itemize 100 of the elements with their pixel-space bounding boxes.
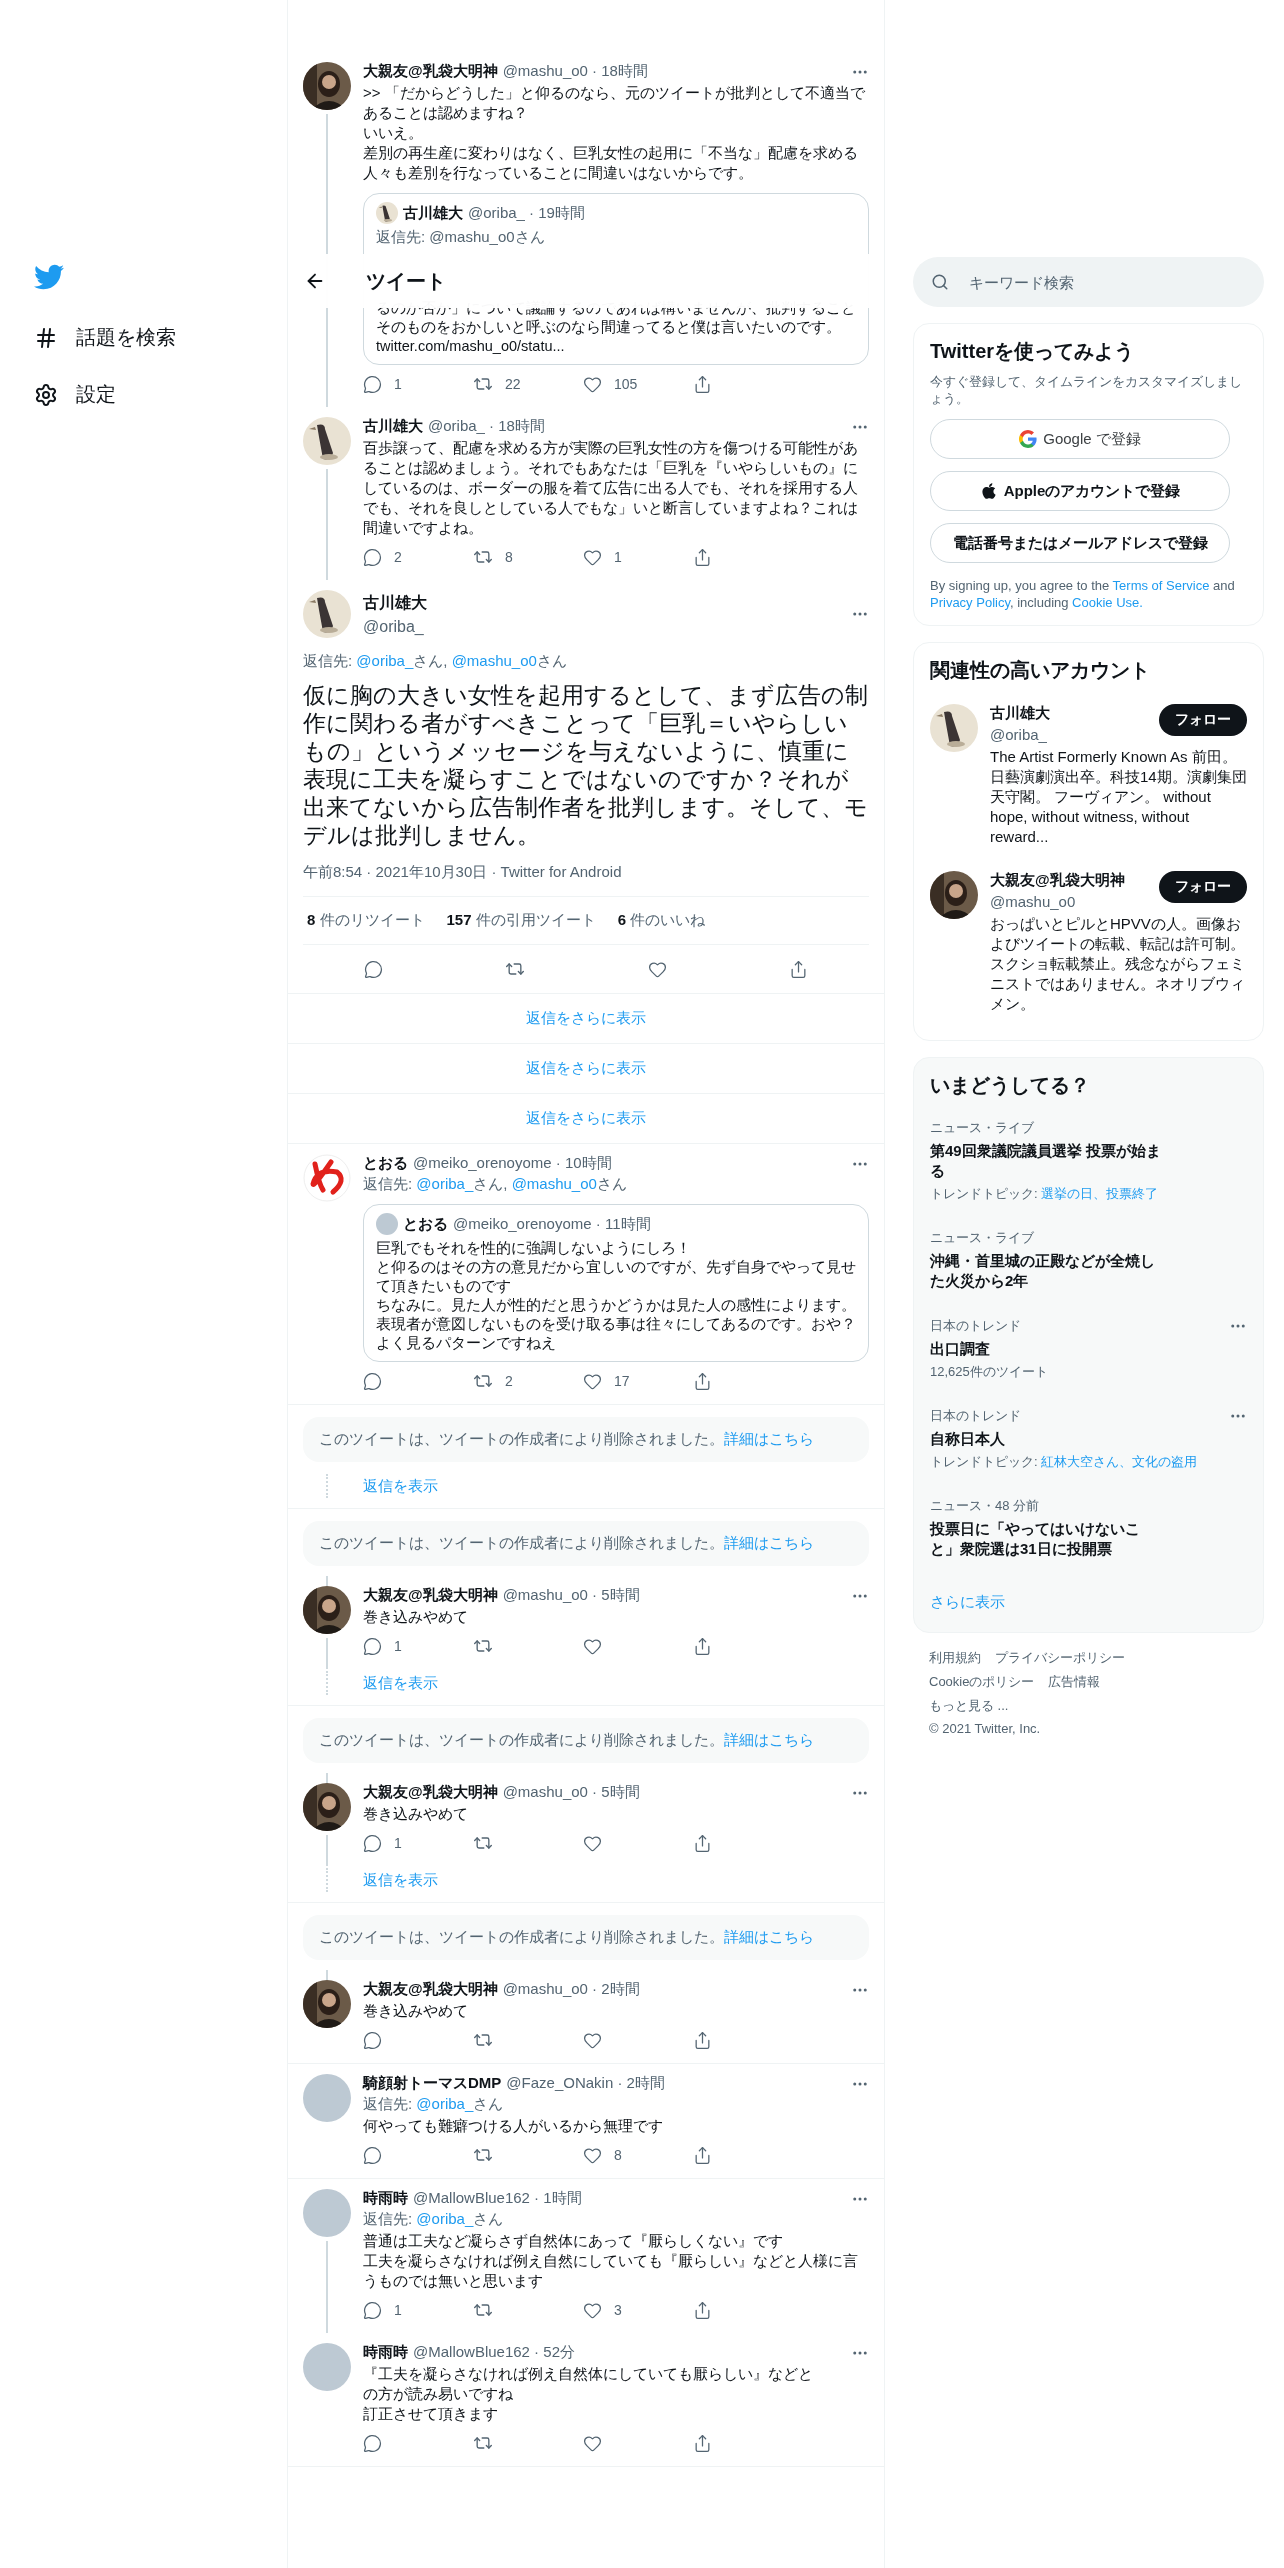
card-title: 関連性の高いアカウント bbox=[930, 658, 1151, 683]
tweet-meta: @oriba_ · 18時間 bbox=[428, 417, 545, 436]
settings-icon bbox=[34, 382, 58, 407]
reply-icon[interactable] bbox=[364, 959, 384, 979]
like-icon[interactable] bbox=[647, 959, 667, 979]
trend-item[interactable]: ニュース・48 分前 投票日に「やってはいけないこと」衆院選は31日に投開票 bbox=[930, 1485, 1247, 1573]
hash-icon bbox=[34, 325, 58, 350]
like-icon[interactable] bbox=[583, 1833, 602, 1853]
follow-button[interactable]: フォロー bbox=[1159, 704, 1247, 736]
reply-icon[interactable] bbox=[363, 2030, 382, 2050]
trend-item[interactable]: 日本のトレンド 自称日本人 トレンドトピック: 紅林大空さん、文化の盗用 bbox=[930, 1395, 1247, 1485]
author-name: 大親友@乳袋大明神 bbox=[363, 62, 498, 81]
signup-button[interactable]: Google で登録 bbox=[930, 419, 1230, 459]
footer-link[interactable]: プライバシーポリシー bbox=[995, 1649, 1125, 1667]
account-name: 大親友@乳袋大明神 bbox=[990, 871, 1125, 890]
tweet-meta: @mashu_o0 · 2時間 bbox=[502, 1980, 640, 1999]
like-icon[interactable] bbox=[583, 2030, 602, 2050]
author-name: 大親友@乳袋大明神 bbox=[363, 1980, 498, 1999]
like-icon[interactable] bbox=[583, 374, 602, 394]
nav-item[interactable]: 設定 bbox=[30, 377, 287, 412]
like-icon[interactable] bbox=[583, 547, 602, 567]
action-count: 1 bbox=[394, 1638, 402, 1654]
twitter-logo-icon[interactable] bbox=[34, 262, 64, 292]
signup-button[interactable]: Appleのアカウントで登録 bbox=[930, 471, 1230, 511]
like-icon[interactable] bbox=[583, 2300, 602, 2320]
share-icon[interactable] bbox=[693, 2433, 712, 2453]
reply-icon[interactable] bbox=[363, 2433, 382, 2453]
trend-item[interactable]: 日本のトレンド 出口調査 12,625件のツイート bbox=[930, 1305, 1247, 1395]
author-name: とおる bbox=[403, 1214, 448, 1234]
like-icon[interactable] bbox=[583, 1636, 602, 1656]
action-count: 1 bbox=[614, 549, 622, 565]
tweet-meta: @MallowBlue162 · 52分 bbox=[413, 2343, 575, 2362]
legal-text: By signing up, you agree to the Terms of Service and Privacy Policy, including Cookie Use. bbox=[930, 577, 1236, 611]
like-icon[interactable] bbox=[583, 1371, 602, 1391]
share-icon[interactable] bbox=[693, 374, 712, 394]
deleted-tweet-notice: このツイートは、ツイートの作成者により削除されました。詳細はこちら bbox=[303, 1718, 869, 1763]
author-name: 時雨時 bbox=[363, 2189, 408, 2208]
tweet-stat[interactable]: 6 件のいいね bbox=[617, 911, 706, 930]
like-icon[interactable] bbox=[583, 2433, 602, 2453]
share-icon[interactable] bbox=[693, 1833, 712, 1853]
reply-to-line: 返信先: @oriba_さん, @mashu_o0さん bbox=[363, 1175, 628, 1194]
follow-button[interactable]: フォロー bbox=[1159, 871, 1247, 903]
nav-item[interactable]: 話題を検索 bbox=[30, 320, 287, 355]
author-name: 古川雄大 bbox=[363, 417, 423, 436]
reply-icon[interactable] bbox=[363, 1371, 382, 1391]
reply-icon[interactable] bbox=[363, 374, 382, 394]
tweet-text: の方が読み易いですね bbox=[363, 2384, 514, 2404]
trend-item[interactable]: ニュース・ライブ 第49回衆議院議員選挙 投票が始まる トレンドトピック: 選挙の日、投票終了 bbox=[930, 1107, 1247, 1217]
reply-icon[interactable] bbox=[363, 2145, 382, 2165]
tweet-text: ちなみに。見た人が性的だと思うかどうかは見た人の感性によります。表現者が意図しないものを受け取る事は往々にしてあるのです。おや？ bbox=[376, 1296, 856, 1334]
account-handle: @mashu_o0 bbox=[990, 893, 1077, 910]
reply-to-line: 返信先: @mashu_o0さん bbox=[376, 228, 546, 247]
footer-link[interactable]: Cookieのポリシー bbox=[929, 1673, 1035, 1691]
action-count: 2 bbox=[394, 549, 402, 565]
action-count: 8 bbox=[614, 2147, 622, 2163]
tweet-meta: @mashu_o0 · 18時間 bbox=[502, 62, 648, 81]
deleted-tweet-notice: このツイートは、ツイートの作成者により削除されました。詳細はこちら bbox=[303, 1521, 869, 1566]
signup-button[interactable]: 電話番号またはメールアドレスで登録 bbox=[930, 523, 1230, 563]
share-icon[interactable] bbox=[693, 2030, 712, 2050]
footer-link[interactable]: 利用規約 bbox=[929, 1649, 981, 1667]
reply-icon[interactable] bbox=[363, 2300, 382, 2320]
tweet-meta: @mashu_o0 · 5時間 bbox=[502, 1783, 640, 1802]
tweet-text: 工夫を凝らさなければ例え自然にしていても『厭らしい』などと人様に言うものでは無いと思います bbox=[363, 2251, 859, 2291]
share-icon[interactable] bbox=[693, 1371, 712, 1391]
like-icon[interactable] bbox=[583, 2145, 602, 2165]
reply-icon[interactable] bbox=[363, 1636, 382, 1656]
share-icon[interactable] bbox=[693, 2300, 712, 2320]
footer-link[interactable]: 広告情報 bbox=[1048, 1673, 1101, 1691]
tweet-text: >> 「だからどうした」と仰るのなら、元のツイートが批判として不適当であることは認めますね？ bbox=[363, 83, 866, 123]
action-count: 8 bbox=[505, 549, 513, 565]
trend-title: 出口調査 bbox=[930, 1339, 991, 1359]
trend-item[interactable]: ニュース・ライブ 沖縄・首里城の正殿などが全焼した火災から2年 bbox=[930, 1217, 1247, 1305]
reply-icon[interactable] bbox=[363, 547, 382, 567]
trend-category: ニュース・ライブ bbox=[930, 1119, 1035, 1137]
page-title: ツイート bbox=[366, 268, 446, 294]
card-title: いまどうしてる？ bbox=[930, 1073, 1091, 1098]
action-count: 2 bbox=[505, 1373, 513, 1389]
tweet-text: そのものをおかしいと呼ぶのなら間違ってると僕は言いたいのです。 bbox=[376, 318, 842, 337]
tweet-meta: @oriba_ · 19時間 bbox=[468, 203, 585, 223]
footer-link[interactable]: もっと見る ... bbox=[929, 1697, 1009, 1715]
tweet-text: よく見るパターンですねえ bbox=[376, 1334, 557, 1353]
tweet-stat[interactable]: 8 件のリツイート bbox=[307, 911, 425, 930]
google-logo-icon bbox=[1019, 430, 1038, 448]
share-icon[interactable] bbox=[693, 547, 712, 567]
reply-to-line: 返信先: @oriba_さん, @mashu_o0さん bbox=[303, 652, 568, 671]
tweet-text: 百歩譲って、配慮を求める方が実際の巨乳女性の方を傷つける可能性があることは認めましょう。それでもあなたは「巨乳を『いやらしいもの』にしているのは、ボーダーの服を着て広告に出る人でも、それを採用する人でも、それを良しとしている人でもな」いと断言していますよね？これは間違いですよね。 bbox=[363, 438, 859, 538]
action-count: 17 bbox=[614, 1373, 630, 1389]
trend-category: 日本のトレンド bbox=[930, 1407, 1022, 1425]
tweet-stat[interactable]: 157 件の引用ツイート bbox=[446, 911, 596, 930]
share-icon[interactable] bbox=[693, 1636, 712, 1656]
quoted-tweet[interactable]: とおる @meiko_orenoyome · 11時間 巨乳でもそれを性的に強調しないようにしろ！ と仰るのはその方の意見だから宜しいのですが、先ず自身でやって見せて頂きたいものです ちなみに。見た人が性的だと思うかどうかは見た人の感性によります。表現者が意図しないものを受け取る事は往々にしてあるのです。おや？ よく見るパターンですねえ bbox=[363, 1204, 869, 1362]
tweet-text: るのか否か」について議論するのであれば構いませんが、批判すること bbox=[376, 299, 856, 318]
tweet-text: 普通は工夫など凝らさず自然体にあって『厭らしくない』です bbox=[363, 2231, 784, 2251]
share-icon[interactable] bbox=[693, 2145, 712, 2165]
search-field[interactable]: キーワード検索 bbox=[913, 257, 1264, 307]
trend-title: 第49回衆議院議員選挙 投票が始まる bbox=[930, 1141, 1162, 1181]
reply-icon[interactable] bbox=[363, 1833, 382, 1853]
card-title: Twitterを使ってみよう bbox=[930, 339, 1136, 364]
tweet-text: 差別の再生産に変わりはなく、巨乳女性の起用に「不当な」配慮を求める人々も差別を行なっていることに間違いはないからです。 bbox=[363, 143, 859, 183]
dotted-line bbox=[326, 1474, 328, 1498]
